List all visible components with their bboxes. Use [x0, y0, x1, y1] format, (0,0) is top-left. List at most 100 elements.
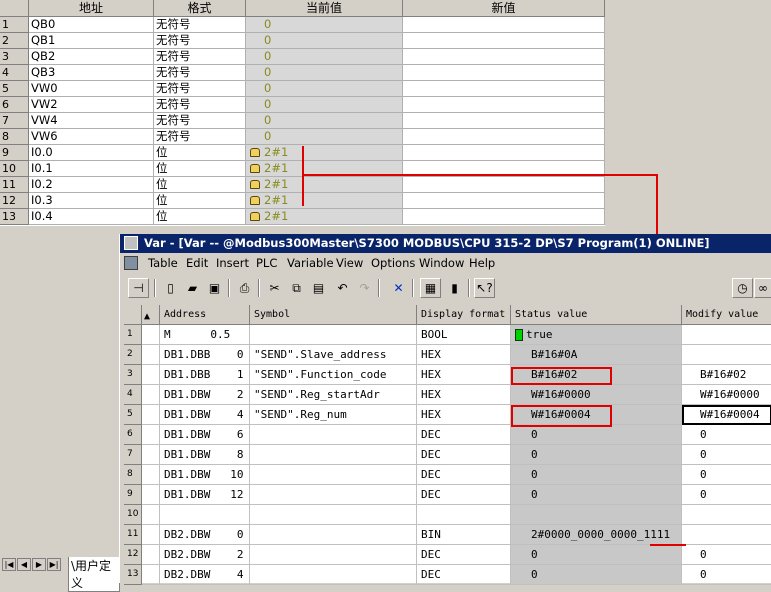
format-cell[interactable]: 无符号 — [154, 81, 246, 97]
format-cell[interactable]: 无符号 — [154, 33, 246, 49]
symbol-cell[interactable]: "SEND".Function_code — [250, 365, 417, 385]
symbol-cell[interactable] — [250, 325, 417, 345]
symbol-cell[interactable] — [250, 525, 417, 545]
menu-insert[interactable]: Insert — [216, 254, 249, 272]
row-number[interactable]: 7 — [0, 113, 29, 129]
new-value-cell[interactable] — [403, 145, 605, 161]
col-header-modify-value[interactable]: Modify value — [682, 305, 771, 325]
col-header-format[interactable]: 格式 — [154, 0, 246, 17]
new-value-cell[interactable] — [403, 193, 605, 209]
address-cell[interactable]: QB3 — [29, 65, 154, 81]
address-cell[interactable]: VW4 — [29, 113, 154, 129]
save-icon[interactable]: ▣ — [204, 278, 225, 298]
modify-icon[interactable]: ∞ — [754, 278, 771, 298]
address-cell[interactable]: I0.3 — [29, 193, 154, 209]
modify-value-cell[interactable]: W#16#0004 — [682, 405, 771, 425]
format-cell[interactable]: 无符号 — [154, 17, 246, 33]
address-cell[interactable]: DB1.DBW 12 — [160, 485, 250, 505]
row-number[interactable]: 12 — [124, 545, 142, 565]
new-value-cell[interactable] — [403, 113, 605, 129]
new-value-cell[interactable] — [403, 65, 605, 81]
menu-edit[interactable]: Edit — [186, 254, 208, 272]
plc-icon[interactable]: ▮ — [444, 278, 465, 298]
display-format-cell[interactable]: BIN — [417, 525, 511, 545]
address-cell[interactable]: I0.0 — [29, 145, 154, 161]
symbol-cell[interactable] — [250, 465, 417, 485]
new-value-cell[interactable] — [403, 17, 605, 33]
menu-view[interactable]: View — [336, 254, 363, 272]
symbol-cell[interactable] — [250, 425, 417, 445]
row-number[interactable]: 13 — [124, 565, 142, 585]
row-number[interactable]: 8 — [0, 129, 29, 145]
monitor-icon[interactable]: ◷ — [732, 278, 753, 298]
address-cell[interactable]: DB1.DBW 10 — [160, 465, 250, 485]
col-header-display-format[interactable]: Display format — [417, 305, 511, 325]
symbol-cell[interactable] — [250, 565, 417, 585]
address-cell[interactable]: DB1.DBW 2 — [160, 385, 250, 405]
row-number[interactable]: 12 — [0, 193, 29, 209]
row-number[interactable]: 9 — [124, 485, 142, 505]
menu-plc[interactable]: PLC — [256, 254, 277, 272]
row-number[interactable]: 5 — [124, 405, 142, 425]
row-number[interactable]: 4 — [0, 65, 29, 81]
modify-value-cell[interactable]: 0 — [682, 445, 771, 465]
col-header-symbol[interactable]: Symbol — [250, 305, 417, 325]
format-cell[interactable]: 无符号 — [154, 65, 246, 81]
col-header-address[interactable]: 地址 — [29, 0, 154, 17]
row-number[interactable]: 6 — [124, 425, 142, 445]
document-icon[interactable] — [124, 256, 138, 270]
cut-icon[interactable]: ✂ — [264, 278, 285, 298]
prev-tab-button[interactable]: ◀ — [17, 558, 31, 571]
display-format-cell[interactable]: DEC — [417, 425, 511, 445]
display-format-cell[interactable] — [417, 505, 511, 525]
redo-icon[interactable]: ↷ — [354, 278, 375, 298]
symbol-cell[interactable] — [250, 485, 417, 505]
display-format-cell[interactable]: HEX — [417, 365, 511, 385]
open-folder-icon[interactable]: ▰ — [182, 278, 203, 298]
display-format-cell[interactable]: HEX — [417, 385, 511, 405]
address-cell[interactable]: QB1 — [29, 33, 154, 49]
row-number[interactable]: 3 — [124, 365, 142, 385]
last-tab-button[interactable]: ▶| — [47, 558, 61, 571]
menu-window[interactable]: Window — [419, 254, 464, 272]
format-cell[interactable]: 无符号 — [154, 97, 246, 113]
row-number[interactable]: 2 — [0, 33, 29, 49]
first-tab-button[interactable]: |◀ — [2, 558, 16, 571]
display-format-cell[interactable]: DEC — [417, 465, 511, 485]
new-value-cell[interactable] — [403, 177, 605, 193]
new-value-cell[interactable] — [403, 129, 605, 145]
modify-value-cell[interactable]: B#16#02 — [682, 365, 771, 385]
row-number[interactable]: 6 — [0, 97, 29, 113]
row-number[interactable]: 5 — [0, 81, 29, 97]
address-cell[interactable]: VW0 — [29, 81, 154, 97]
format-cell[interactable]: 无符号 — [154, 113, 246, 129]
menu-help[interactable]: Help — [469, 254, 495, 272]
modify-value-cell[interactable]: 0 — [682, 465, 771, 485]
delete-icon[interactable]: ✕ — [388, 278, 409, 298]
display-format-cell[interactable]: HEX — [417, 345, 511, 365]
format-cell[interactable]: 位 — [154, 161, 246, 177]
row-number[interactable]: 10 — [124, 505, 142, 525]
address-cell[interactable] — [160, 505, 250, 525]
modify-value-cell[interactable]: 0 — [682, 425, 771, 445]
address-cell[interactable]: M 0.5 — [160, 325, 250, 345]
address-cell[interactable]: VW6 — [29, 129, 154, 145]
display-format-cell[interactable]: DEC — [417, 565, 511, 585]
title-bar[interactable]: Var - [Var -- @Modbus300Master\S7300 MOD… — [120, 234, 771, 253]
modify-value-cell[interactable]: 0 — [682, 485, 771, 505]
new-value-cell[interactable] — [403, 33, 605, 49]
format-cell[interactable]: 位 — [154, 193, 246, 209]
modify-value-cell[interactable] — [682, 525, 771, 545]
next-tab-button[interactable]: ▶ — [32, 558, 46, 571]
display-format-cell[interactable]: BOOL — [417, 325, 511, 345]
symbol-cell[interactable] — [250, 545, 417, 565]
help-icon[interactable]: ↖? — [474, 278, 495, 298]
display-format-cell[interactable]: DEC — [417, 485, 511, 505]
address-cell[interactable]: QB0 — [29, 17, 154, 33]
menu-table[interactable]: Table — [148, 254, 178, 272]
address-cell[interactable]: DB2.DBW 0 — [160, 525, 250, 545]
modify-value-cell[interactable] — [682, 505, 771, 525]
col-header-current-value[interactable]: 当前值 — [246, 0, 403, 17]
menu-variable[interactable]: Variable — [287, 254, 334, 272]
print-icon[interactable]: ⎙ — [234, 278, 255, 298]
